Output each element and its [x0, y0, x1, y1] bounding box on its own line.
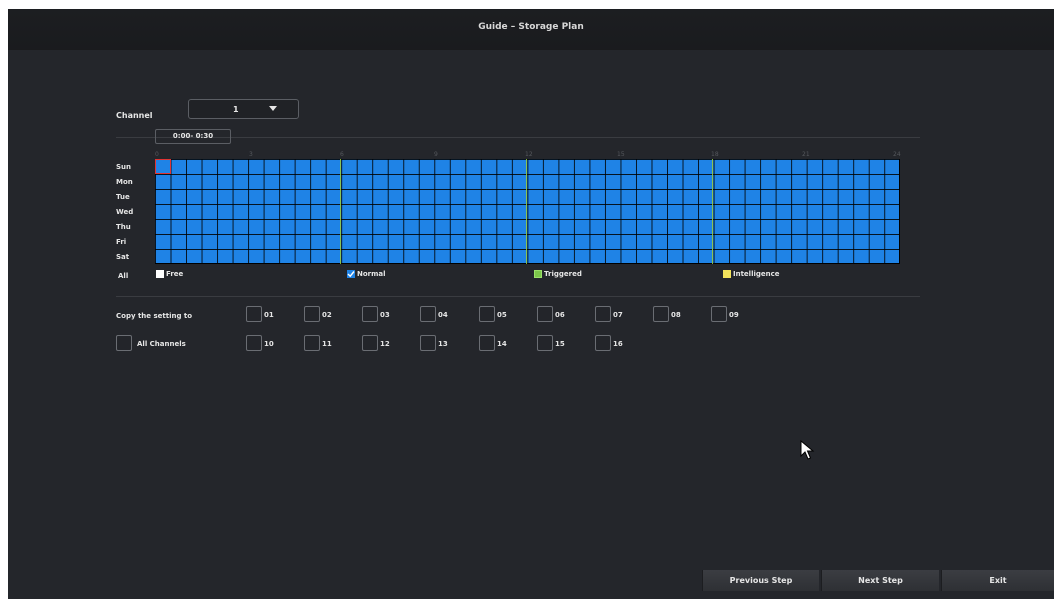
hour-marker-6	[340, 159, 341, 264]
legend-triggered-swatch[interactable]	[534, 270, 542, 278]
next-step-button[interactable]: Next Step	[821, 570, 939, 591]
all-channels-checkbox[interactable]	[116, 335, 132, 351]
copy-setting-label: Copy the setting to	[116, 312, 193, 320]
channel-checkbox-04[interactable]	[420, 306, 436, 322]
hour-tick: 3	[249, 151, 253, 158]
channel-checkbox-label: 04	[438, 311, 448, 319]
day-label-mon[interactable]: Mon	[116, 178, 133, 186]
channel-checkbox-12[interactable]	[362, 335, 378, 351]
hour-tick: 0	[155, 151, 159, 158]
day-label-thu[interactable]: Thu	[116, 223, 131, 231]
channel-checkbox-16[interactable]	[595, 335, 611, 351]
channel-checkbox-label: 12	[380, 340, 390, 348]
hour-tick: 15	[617, 151, 625, 158]
channel-checkbox-05[interactable]	[479, 306, 495, 322]
divider-middle	[116, 296, 920, 297]
chevron-down-icon	[269, 106, 277, 111]
legend-free-swatch[interactable]	[156, 270, 164, 278]
window-title: Guide – Storage Plan	[478, 22, 584, 32]
channel-checkbox-09[interactable]	[711, 306, 727, 322]
title-bar: Guide – Storage Plan	[8, 9, 1054, 50]
channel-label: Channel	[116, 111, 153, 120]
channel-checkbox-14[interactable]	[479, 335, 495, 351]
exit-button[interactable]: Exit	[941, 570, 1054, 591]
hour-tick: 9	[434, 151, 438, 158]
legend-free-label[interactable]: Free	[166, 270, 183, 278]
storage-plan-screen: Guide – Storage Plan	[8, 9, 1054, 599]
channel-checkbox-01[interactable]	[246, 306, 262, 322]
channel-dropdown[interactable]: 1	[188, 99, 299, 119]
legend-intelligence-label[interactable]: Intelligence	[733, 270, 780, 278]
channel-checkbox-label: 07	[613, 311, 623, 319]
legend-triggered-label[interactable]: Triggered	[544, 270, 582, 278]
day-label-fri[interactable]: Fri	[116, 238, 126, 246]
channel-checkbox-label: 06	[555, 311, 565, 319]
channel-checkbox-label: 10	[264, 340, 274, 348]
channel-checkbox-11[interactable]	[304, 335, 320, 351]
channel-checkbox-label: 05	[497, 311, 507, 319]
legend-normal-swatch[interactable]	[347, 270, 355, 278]
channel-checkbox-label: 03	[380, 311, 390, 319]
channel-checkbox-label: 14	[497, 340, 507, 348]
hour-tick: 6	[340, 151, 344, 158]
hour-marker-12	[526, 159, 527, 264]
hour-tick: 12	[525, 151, 533, 158]
channel-checkbox-08[interactable]	[653, 306, 669, 322]
mouse-pointer-icon	[800, 439, 816, 464]
hour-tick: 21	[802, 151, 810, 158]
day-label-tue[interactable]: Tue	[116, 193, 130, 201]
channel-checkbox-06[interactable]	[537, 306, 553, 322]
channel-checkbox-label: 16	[613, 340, 623, 348]
selected-cell[interactable]	[155, 159, 171, 174]
channel-checkbox-label: 13	[438, 340, 448, 348]
channel-checkbox-label: 02	[322, 311, 332, 319]
day-label-sun[interactable]: Sun	[116, 163, 131, 171]
channel-checkbox-label: 09	[729, 311, 739, 319]
channel-checkbox-label: 01	[264, 311, 274, 319]
hour-marker-18	[712, 159, 713, 264]
channel-checkbox-07[interactable]	[595, 306, 611, 322]
hour-tick: 24	[893, 151, 901, 158]
all-days-label[interactable]: All	[118, 272, 128, 280]
channel-checkbox-label: 15	[555, 340, 565, 348]
channel-checkbox-02[interactable]	[304, 306, 320, 322]
day-label-sat[interactable]: Sat	[116, 253, 129, 261]
channel-checkbox-10[interactable]	[246, 335, 262, 351]
legend-normal-label[interactable]: Normal	[357, 270, 386, 278]
divider-top	[116, 137, 920, 138]
day-label-wed[interactable]: Wed	[116, 208, 133, 216]
channel-checkbox-15[interactable]	[537, 335, 553, 351]
channel-checkbox-03[interactable]	[362, 306, 378, 322]
time-range-display: 0:00- 0:30	[155, 129, 231, 144]
previous-step-button[interactable]: Previous Step	[702, 570, 819, 591]
all-channels-label: All Channels	[137, 340, 186, 348]
schedule-grid[interactable]	[155, 159, 900, 264]
hour-tick: 18	[711, 151, 719, 158]
checkmark-icon	[347, 271, 355, 278]
channel-checkbox-13[interactable]	[420, 335, 436, 351]
channel-checkbox-label: 11	[322, 340, 332, 348]
legend-intelligence-swatch[interactable]	[723, 270, 731, 278]
channel-value: 1	[233, 105, 239, 114]
channel-checkbox-label: 08	[671, 311, 681, 319]
